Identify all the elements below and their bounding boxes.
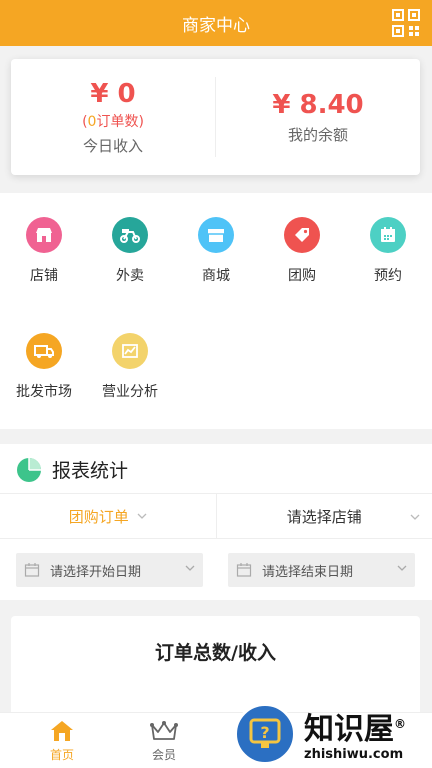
store-icon — [26, 217, 62, 253]
balance-amount: ¥ 8.40 — [272, 89, 364, 120]
app-header: 商家中心 — [0, 0, 432, 46]
report-filter-row: 团购订单 请选择店铺 — [0, 493, 432, 539]
start-date-placeholder: 请选择开始日期 — [50, 564, 142, 580]
crown-icon — [150, 721, 178, 740]
calendar-icon — [24, 563, 40, 577]
chevron-down-icon — [410, 514, 420, 520]
tab-label: 会员 — [151, 748, 176, 762]
order-type-value: 团购订单 — [68, 507, 129, 526]
my-balance[interactable]: ¥ 8.40 我的余额 — [216, 59, 420, 175]
grid-item-store[interactable]: 店铺 — [1, 217, 87, 285]
orders-title: 订单总数/收入 — [155, 642, 276, 664]
start-date-picker[interactable]: 请选择开始日期 — [16, 553, 203, 587]
calendar-icon — [236, 563, 252, 577]
grid-item-takeout[interactable]: 外卖 — [87, 217, 173, 285]
order-count: (0订单数) — [82, 113, 144, 130]
watermark-text: 知识屋® zhishiwu.com — [304, 707, 406, 762]
watermark-en: zhishiwu.com — [304, 746, 404, 762]
qr-code-icon[interactable] — [392, 9, 420, 37]
grid-label: 预约 — [374, 268, 402, 284]
grid-label: 店铺 — [30, 268, 58, 284]
scooter-icon — [112, 217, 148, 253]
grid-item-group-buy[interactable]: 团购 — [259, 217, 345, 285]
home-icon — [51, 721, 73, 741]
watermark-cn: 知识屋® — [304, 711, 406, 747]
tab-member[interactable]: 会员 — [124, 719, 204, 763]
help-monitor-icon: ? — [234, 703, 296, 765]
today-income-label: 今日收入 — [82, 136, 143, 155]
grid-item-wholesale[interactable]: 批发市场 — [1, 333, 87, 401]
grid-label: 营业分析 — [102, 384, 158, 400]
grid-item-mall[interactable]: 商城 — [173, 217, 259, 285]
tab-home[interactable]: 首页 — [22, 719, 102, 763]
grid-label: 商城 — [202, 268, 230, 284]
report-header: 报表统计 — [16, 456, 128, 483]
page-title: 商家中心 — [182, 15, 250, 36]
chevron-down-icon — [137, 513, 147, 519]
today-income[interactable]: ¥ 0 (0订单数) 今日收入 — [11, 59, 215, 175]
chevron-down-icon — [185, 565, 195, 571]
end-date-picker[interactable]: 请选择结束日期 — [228, 553, 415, 587]
svg-text:?: ? — [260, 723, 269, 742]
report-section: 报表统计 团购订单 请选择店铺 请选择开始日期 请选择结束日期 — [0, 444, 432, 600]
grid-item-analysis[interactable]: 营业分析 — [87, 333, 173, 401]
store-select[interactable]: 请选择店铺 — [215, 494, 432, 538]
chart-icon — [112, 333, 148, 369]
tab-label: 首页 — [49, 748, 74, 762]
truck-icon — [26, 333, 62, 369]
summary-card: ¥ 0 (0订单数) 今日收入 ¥ 8.40 我的余额 — [11, 59, 420, 175]
grid-label: 批发市场 — [16, 384, 72, 400]
grid-label: 团购 — [288, 268, 316, 284]
pie-chart-icon — [17, 457, 41, 482]
end-date-placeholder: 请选择结束日期 — [262, 564, 354, 580]
grid-label: 外卖 — [116, 268, 144, 284]
mall-icon — [198, 217, 234, 253]
store-select-value: 请选择店铺 — [286, 507, 362, 526]
report-title: 报表统计 — [52, 460, 129, 482]
order-type-select[interactable]: 团购订单 — [0, 494, 216, 538]
watermark: ? 知识屋® zhishiwu.com — [234, 700, 432, 768]
chevron-down-icon — [397, 565, 407, 571]
tag-icon — [284, 217, 320, 253]
grid-item-appointment[interactable]: 预约 — [345, 217, 431, 285]
balance-label: 我的余额 — [287, 125, 348, 144]
today-amount: ¥ 0 — [90, 78, 136, 109]
function-grid: 店铺 外卖 商城 团购 预约 批发市场 营业分析 — [0, 193, 432, 429]
calendar-icon — [370, 217, 406, 253]
